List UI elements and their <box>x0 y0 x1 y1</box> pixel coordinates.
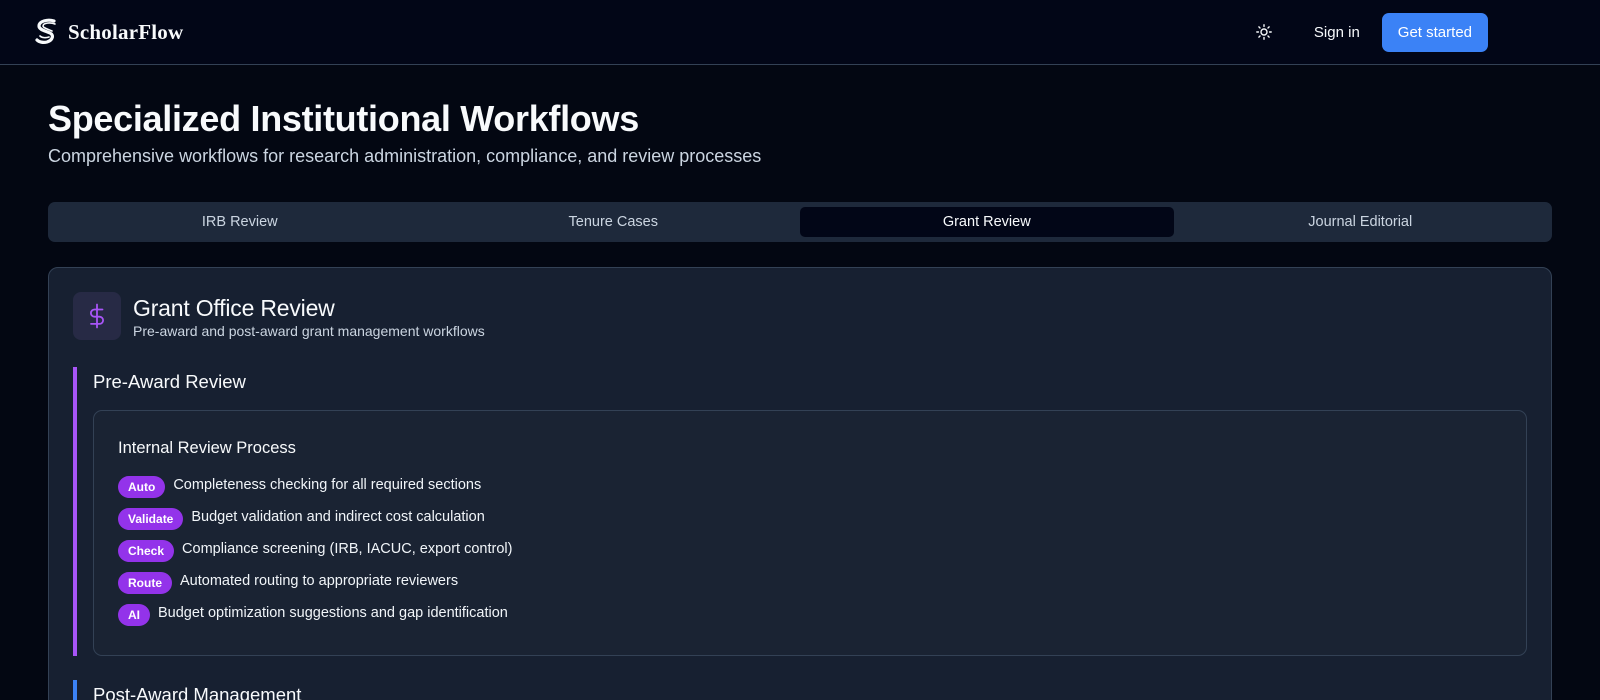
item-text: Compliance screening (IRB, IACUC, export… <box>182 540 513 557</box>
nav-actions: Sign in Get started <box>1246 12 1488 52</box>
top-navbar: ScholarFlow Sign in Get started <box>0 0 1600 65</box>
pre-award-section: Pre-Award Review Internal Review Process… <box>73 367 1527 656</box>
grant-office-review-card: Grant Office Review Pre-award and post-a… <box>48 267 1552 700</box>
dollar-icon <box>90 303 104 329</box>
subcard-title: Internal Review Process <box>118 439 296 457</box>
brand[interactable]: ScholarFlow <box>34 18 183 46</box>
item-text: Budget validation and indirect cost calc… <box>191 508 485 525</box>
section-title: Pre-Award Review <box>93 371 246 392</box>
validate-badge: Validate <box>118 508 184 530</box>
tab-grant-review[interactable]: Grant Review <box>800 207 1174 237</box>
workflow-tabs: IRB Review Tenure Cases Grant Review Jou… <box>48 202 1552 242</box>
ai-badge: AI <box>118 604 150 626</box>
page-title: Specialized Institutional Workflows <box>48 98 639 139</box>
card-subtitle: Pre-award and post-award grant managemen… <box>133 323 485 339</box>
list-item: Route Automated routing to appropriate r… <box>118 567 1502 599</box>
sign-in-link[interactable]: Sign in <box>1298 14 1376 51</box>
sun-icon <box>1256 24 1272 40</box>
route-badge: Route <box>118 572 172 594</box>
tab-tenure-cases[interactable]: Tenure Cases <box>427 207 801 237</box>
brand-name: ScholarFlow <box>68 19 184 44</box>
card-icon-box <box>73 292 121 340</box>
list-item: Validate Budget validation and indirect … <box>118 503 1502 535</box>
card-header: Grant Office Review Pre-award and post-a… <box>73 292 1527 340</box>
item-text: Completeness checking for all required s… <box>173 476 482 493</box>
card-heading-text: Grant Office Review Pre-award and post-a… <box>133 292 485 340</box>
card-title: Grant Office Review <box>133 295 335 321</box>
scholarflow-logo-icon <box>35 18 56 44</box>
section-title: Post-Award Management <box>93 684 302 700</box>
internal-review-process-card: Internal Review Process Auto Completenes… <box>93 410 1527 656</box>
page-subtitle: Comprehensive workflows for research adm… <box>48 146 762 166</box>
post-award-section: Post-Award Management <box>73 680 1527 700</box>
list-item: Auto Completeness checking for all requi… <box>118 471 1502 503</box>
theme-toggle-button[interactable] <box>1246 14 1282 50</box>
item-text: Budget optimization suggestions and gap … <box>158 604 508 621</box>
get-started-button[interactable]: Get started <box>1381 12 1488 52</box>
list-item: AI Budget optimization suggestions and g… <box>118 599 1502 631</box>
main-content: Specialized Institutional Workflows Comp… <box>0 97 1600 700</box>
auto-badge: Auto <box>118 476 166 498</box>
item-text: Automated routing to appropriate reviewe… <box>180 572 459 589</box>
check-badge: Check <box>118 540 175 562</box>
tab-journal-editorial[interactable]: Journal Editorial <box>1174 207 1548 237</box>
tab-irb-review[interactable]: IRB Review <box>53 207 427 237</box>
list-item: Check Compliance screening (IRB, IACUC, … <box>118 535 1502 567</box>
